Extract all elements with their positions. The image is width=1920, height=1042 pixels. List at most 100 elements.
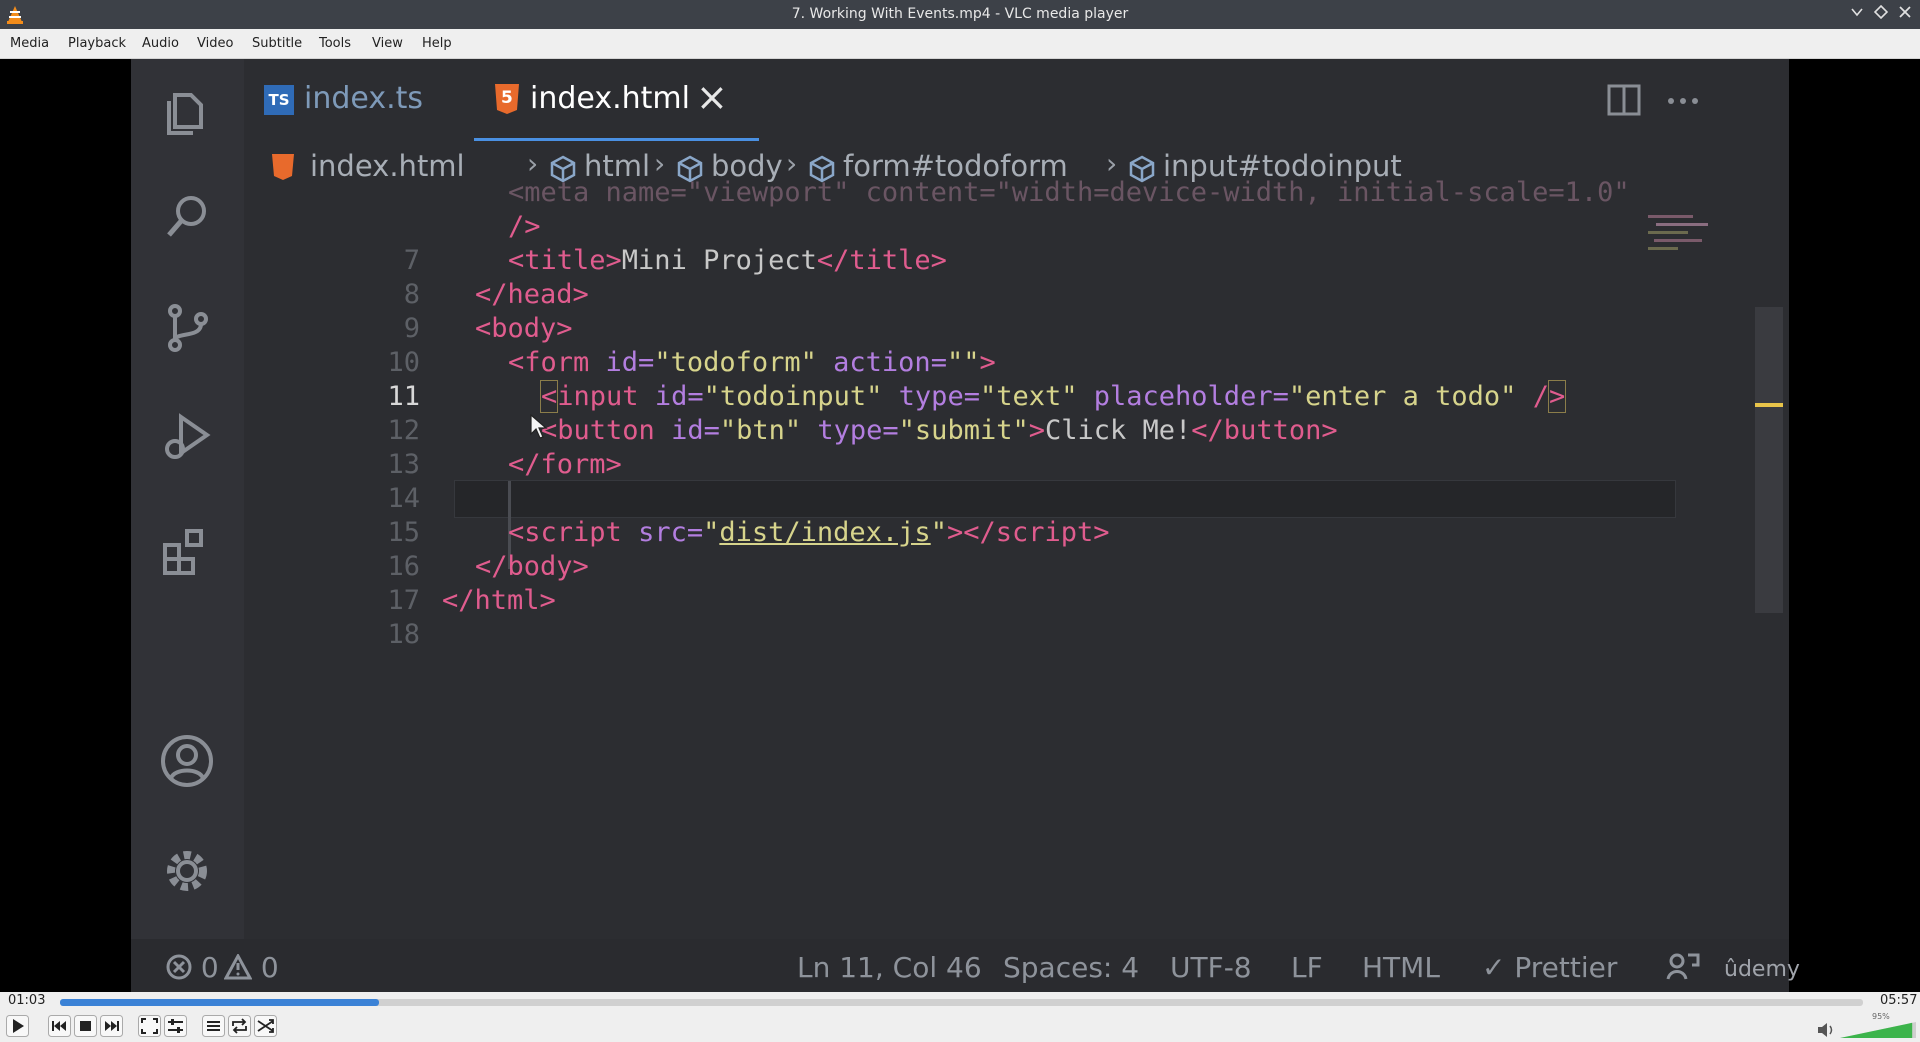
- chevron-right-icon: ›: [527, 147, 539, 180]
- title-bar: 7. Working With Events.mp4 - VLC media p…: [0, 0, 1920, 29]
- tab-index-html[interactable]: 5 index.html ×: [474, 59, 774, 143]
- minimize-button[interactable]: [1848, 5, 1866, 23]
- stop-button[interactable]: [74, 1015, 97, 1037]
- shuffle-button[interactable]: [254, 1015, 277, 1037]
- fullscreen-button[interactable]: [138, 1015, 161, 1037]
- menu-tools[interactable]: Tools: [319, 36, 351, 51]
- warning-icon: [223, 952, 253, 980]
- code-line-13: </form>: [508, 449, 622, 480]
- error-icon: [166, 954, 192, 980]
- menu-bar: Media Playback Audio Video Subtitle Tool…: [0, 29, 1920, 59]
- volume-level: [1840, 1022, 1913, 1038]
- html5-icon: [271, 153, 295, 181]
- menu-view[interactable]: View: [372, 36, 403, 51]
- maximize-button[interactable]: [1872, 4, 1890, 23]
- line-number: 8: [403, 279, 420, 310]
- html5-icon: 5: [494, 83, 520, 115]
- active-tab-indicator: [474, 138, 759, 141]
- video-frame-vscode: TS index.ts 5 index.html × index.html › …: [131, 59, 1800, 992]
- seek-progress: [60, 999, 380, 1006]
- line-number-active: 11: [387, 381, 420, 412]
- account-icon: [161, 735, 213, 787]
- line-number: 18: [387, 619, 420, 650]
- tab-index-ts[interactable]: TS index.ts: [244, 59, 474, 143]
- player-controls: 01:03 05:57 95%: [0, 992, 1920, 1042]
- elapsed-time: 01:03: [8, 993, 46, 1008]
- close-icon: [1899, 6, 1911, 18]
- menu-playback[interactable]: Playback: [68, 36, 126, 51]
- cursor-position[interactable]: Ln 11, Col 46: [797, 951, 982, 984]
- line-number: 10: [387, 347, 420, 378]
- warnings-count[interactable]: 0: [223, 951, 279, 984]
- video-area[interactable]: TS index.ts 5 index.html × index.html › …: [0, 59, 1920, 992]
- loop-button[interactable]: [228, 1015, 251, 1037]
- code-line-17: </html>: [442, 585, 556, 616]
- gear-icon: [167, 851, 207, 891]
- scrollbar-cursor-marker: [1755, 403, 1783, 407]
- tab-label: index.ts: [304, 81, 424, 116]
- code-line-11: <input id="todoinput" type="text" placeh…: [539, 380, 1567, 413]
- total-time: 05:57: [1880, 993, 1918, 1008]
- volume-slider[interactable]: 95%: [1840, 1012, 1916, 1038]
- source-control-icon: [168, 304, 208, 352]
- line-number: 16: [387, 551, 420, 582]
- window-title: 7. Working With Events.mp4 - VLC media p…: [791, 6, 1129, 22]
- line-number: 7: [403, 245, 420, 276]
- seek-bar[interactable]: [60, 999, 1863, 1006]
- restore-icon: [1873, 4, 1889, 20]
- play-button[interactable]: [6, 1015, 29, 1037]
- close-icon[interactable]: ×: [696, 75, 728, 119]
- line-number: 17: [387, 585, 420, 616]
- editor-scrollbar[interactable]: [1755, 307, 1783, 613]
- code-line-10: <form id="todoform" action="">: [508, 347, 996, 378]
- editor-tabs: TS index.ts 5 index.html ×: [244, 59, 1789, 143]
- errors-count[interactable]: 0: [166, 951, 219, 984]
- line-number: 9: [403, 313, 420, 344]
- udemy-watermark: ûdemy: [1724, 957, 1800, 982]
- code-line-15: <script src="dist/index.js"></script>: [508, 517, 1110, 548]
- menu-audio[interactable]: Audio: [142, 36, 179, 51]
- activity-bar: [131, 59, 244, 939]
- current-line-highlight: [454, 480, 1676, 518]
- more-actions-icon[interactable]: [1667, 97, 1699, 105]
- language-mode[interactable]: HTML: [1362, 951, 1440, 984]
- search-icon: [167, 196, 206, 237]
- run-debug-icon: [165, 413, 211, 459]
- tab-label: index.html: [530, 81, 690, 116]
- line-number: 15: [387, 517, 420, 548]
- breadcrumb-file[interactable]: index.html: [310, 149, 465, 183]
- split-editor-icon[interactable]: [1607, 84, 1641, 116]
- code-line-6: />: [508, 211, 541, 242]
- code-line-partial: <meta name="viewport" content="width=dev…: [508, 177, 1630, 208]
- line-number: 13: [387, 449, 420, 480]
- line-ending[interactable]: LF: [1291, 951, 1323, 984]
- code-line-7: <title>Mini Project</title>: [508, 245, 947, 276]
- code-line-8: </head>: [475, 279, 589, 310]
- menu-video[interactable]: Video: [197, 36, 233, 51]
- feedback-icon[interactable]: [1666, 951, 1700, 981]
- chevron-right-icon: ›: [654, 147, 666, 180]
- extensions-icon: [163, 529, 203, 575]
- code-line-12: <button id="btn" type="submit">Click Me!…: [541, 415, 1338, 446]
- mouse-cursor-icon: [530, 414, 548, 439]
- explorer-icon: [167, 93, 203, 135]
- previous-button[interactable]: [48, 1015, 71, 1037]
- line-number: 12: [387, 415, 420, 446]
- next-button[interactable]: [100, 1015, 123, 1037]
- menu-media[interactable]: Media: [10, 36, 49, 51]
- chevron-right-icon: ›: [786, 147, 798, 180]
- code-line-9: <body>: [475, 313, 573, 344]
- encoding[interactable]: UTF-8: [1170, 951, 1252, 984]
- menu-subtitle[interactable]: Subtitle: [252, 36, 302, 51]
- speaker-icon[interactable]: [1817, 1022, 1835, 1038]
- chevron-right-icon: ›: [1106, 147, 1118, 180]
- typescript-icon: TS: [264, 85, 294, 115]
- line-number: 14: [387, 483, 420, 514]
- extended-settings-button[interactable]: [164, 1015, 187, 1037]
- playlist-button[interactable]: [202, 1015, 225, 1037]
- code-editor[interactable]: <meta name="viewport" content="width=dev…: [244, 177, 1789, 939]
- indentation[interactable]: Spaces: 4: [1003, 951, 1139, 984]
- close-button[interactable]: [1896, 5, 1914, 23]
- menu-help[interactable]: Help: [422, 36, 452, 51]
- prettier-status[interactable]: ✓ Prettier: [1482, 951, 1617, 984]
